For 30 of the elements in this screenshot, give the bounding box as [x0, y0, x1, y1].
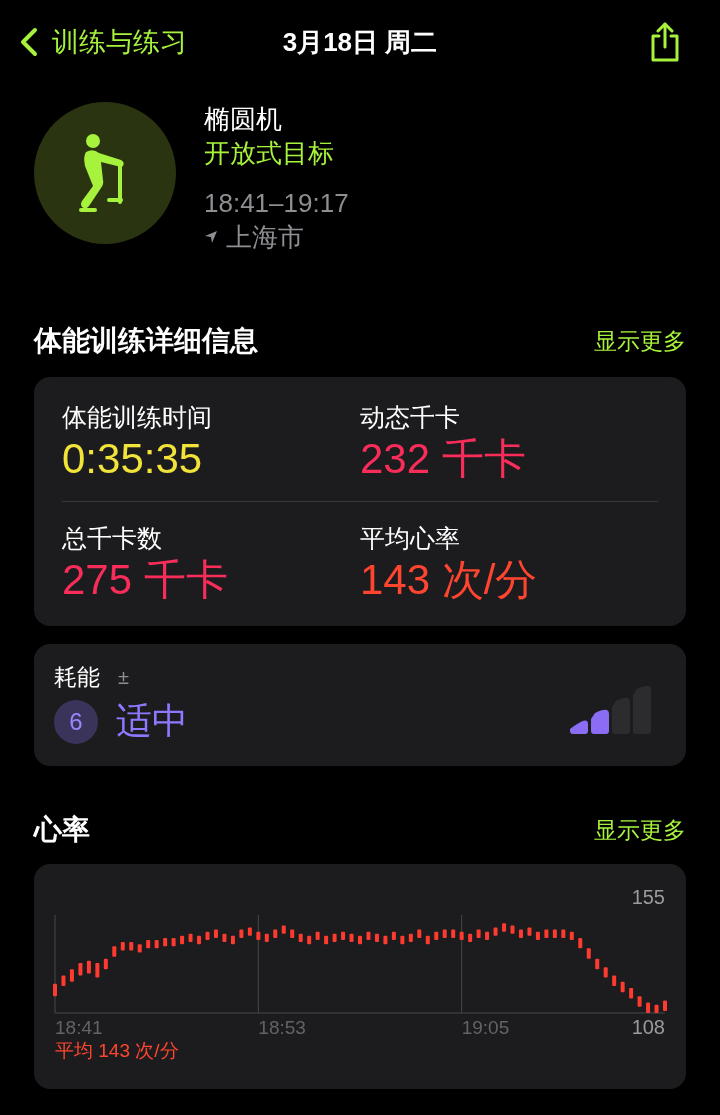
time-axis-label: 19:05	[461, 1017, 510, 1038]
time-range: 18:41–19:17	[204, 187, 349, 220]
show-more-link[interactable]: 显示更多	[594, 814, 686, 846]
effort-label: 耗能	[54, 663, 100, 692]
section-title: 体能训练详细信息	[34, 324, 258, 358]
average-heart-rate: 平均 143 次/分	[55, 1039, 180, 1063]
effort-rating: 适中	[116, 699, 188, 743]
location-text: 上海市	[226, 221, 304, 254]
workout-goal: 开放式目标	[204, 137, 335, 170]
stat-label: 平均心率	[360, 523, 461, 554]
location-arrow-icon	[204, 230, 218, 244]
adjust-symbol[interactable]: ±	[118, 666, 129, 689]
stat-label: 体能训练时间	[62, 402, 213, 433]
time-axis-label: 18:41	[55, 1017, 103, 1038]
stat-value: 0:35:35	[62, 434, 204, 484]
back-button[interactable]: 训练与练习	[20, 24, 187, 60]
stat-value: 232 千卡	[360, 434, 527, 484]
section-title: 心率	[34, 813, 90, 847]
stat-label: 动态千卡	[360, 402, 461, 433]
back-icon	[20, 27, 38, 57]
show-more-link[interactable]: 显示更多	[594, 325, 686, 357]
nav-title: 3月18日 周二	[282, 25, 438, 59]
max-heart-rate-label: 155	[631, 886, 665, 908]
stat-value: 275 千卡	[62, 555, 229, 605]
min-heart-rate-label: 108	[631, 1016, 665, 1038]
stat-value: 143 次/分	[360, 555, 539, 605]
stat-label: 总千卡数	[62, 523, 163, 554]
workout-name: 椭圆机	[204, 103, 283, 136]
effort-score: 6	[54, 699, 98, 744]
time-axis-label: 18:53	[258, 1017, 306, 1038]
